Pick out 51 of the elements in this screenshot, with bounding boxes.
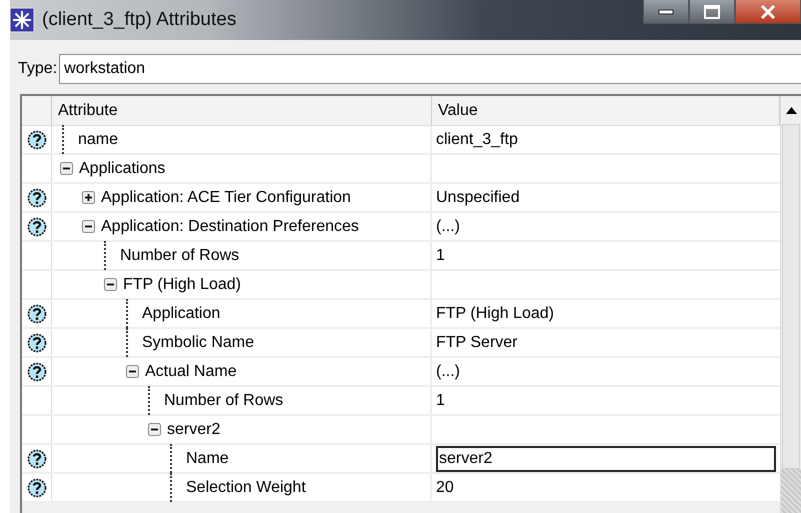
minimize-icon [658,8,674,14]
attribute-name: server2 [167,420,220,440]
attribute-value: (...) [436,362,460,382]
minimize-button[interactable] [643,0,689,24]
vertical-scrollbar[interactable] [780,96,801,513]
help-icon[interactable] [26,304,46,324]
attribute-value: 20 [436,478,454,498]
attribute-value: 1 [436,246,445,266]
attribute-name: Number of Rows [164,390,284,410]
help-icon[interactable] [26,216,46,236]
collapse-icon[interactable] [104,278,117,291]
attribute-name: Application: Destination Preferences [101,216,359,236]
help-icon[interactable] [26,478,46,498]
attribute-value: (...) [436,216,460,236]
maximize-icon [704,4,720,18]
collapse-icon[interactable] [82,220,95,233]
attribute-name: Selection Weight [186,478,306,498]
collapse-icon[interactable] [60,162,73,175]
expand-icon[interactable] [82,191,95,204]
attribute-name: Application [142,304,220,324]
attribute-value: FTP (High Load) [436,304,554,324]
app-star-icon [10,8,34,32]
collapse-icon[interactable] [148,423,161,436]
attribute-name: Applications [79,158,166,178]
attribute-name: Number of Rows [120,246,240,266]
attribute-value: client_3_ftp [436,130,518,150]
value-field[interactable]: server2 [436,446,776,472]
up-arrow-icon [786,106,796,114]
window-title: (client_3_ftp) Attributes [42,8,236,32]
attribute-value: Unspecified [436,188,520,208]
attribute-name: name [78,130,118,150]
attribute-value: FTP Server [436,332,518,352]
column-header[interactable]: Attribute [52,96,432,125]
close-button[interactable] [735,0,801,24]
scrollbar-thumb[interactable] [782,124,800,469]
help-icon[interactable] [26,362,46,382]
collapse-icon[interactable] [126,365,139,378]
help-icon[interactable] [26,332,46,352]
help-icon[interactable] [26,448,46,468]
close-icon [760,4,776,18]
attribute-value: 1 [436,390,445,410]
attribute-name: Application: ACE Tier Configuration [101,188,351,208]
help-icon[interactable] [26,130,46,150]
attribute-name: Name [186,448,229,468]
help-icon[interactable] [26,188,46,208]
attribute-name: FTP (High Load) [123,274,241,294]
attribute-name: Actual Name [145,362,237,382]
type-field[interactable]: workstation [59,54,801,84]
attribute-name: Symbolic Name [142,332,254,352]
type-label: Type: [18,59,58,79]
maximize-button[interactable] [689,0,735,24]
